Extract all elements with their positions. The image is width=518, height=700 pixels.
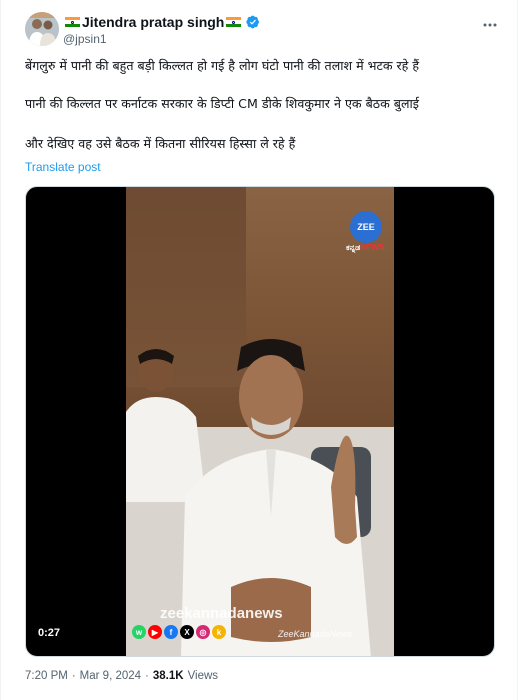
author-handle[interactable]: @jpsin1 xyxy=(63,31,260,47)
more-horizontal-icon xyxy=(483,23,497,27)
post-header: Jitendra pratap singh @jpsin1 xyxy=(25,12,501,52)
whatsapp-icon: w xyxy=(132,625,146,639)
avatar-image xyxy=(25,12,59,46)
post-page: Jitendra pratap singh @jpsin1 बेंगलुरु म… xyxy=(0,0,518,700)
author-display-name[interactable]: Jitendra pratap singh xyxy=(82,13,224,31)
video-duration: 0:27 xyxy=(38,627,61,639)
verified-badge-icon[interactable] xyxy=(246,15,260,29)
meta-separator: · xyxy=(145,670,149,682)
x-icon: X xyxy=(180,625,194,639)
author-display-name-row[interactable]: Jitendra pratap singh xyxy=(63,13,260,31)
post-meta: 7:20 PM · Mar 9, 2024 · 38.1K Views xyxy=(25,670,218,682)
more-options-button[interactable] xyxy=(481,16,499,34)
post-text-line: बेंगलुरु में पानी की बहुत बड़ी किल्लत हो… xyxy=(25,58,420,73)
social-icons: w ▶ f X ◎ k xyxy=(132,625,226,639)
facebook-icon: f xyxy=(164,625,178,639)
post-text-line: पानी की किल्लत पर कर्नाटक सरकार के डिप्ट… xyxy=(25,96,419,111)
author-names: Jitendra pratap singh @jpsin1 xyxy=(63,13,260,47)
kooapp-icon: k xyxy=(212,625,226,639)
watermark-subtext: ZeeKannadaNews xyxy=(278,629,353,639)
channel-logo: ZEE ಕನ್ನಡNEWS xyxy=(346,211,388,257)
channel-logo-subtitle-right: NEWS xyxy=(360,243,385,252)
views-label: Views xyxy=(187,670,219,682)
avatar[interactable] xyxy=(25,12,59,46)
watermark-text: zeekannadanews xyxy=(160,605,283,622)
translate-post-link[interactable]: Translate post xyxy=(25,160,101,174)
channel-watermark: zeekannadanews w ▶ f X ◎ k ZeeKannadaNew… xyxy=(132,605,394,649)
instagram-icon: ◎ xyxy=(196,625,210,639)
post-time[interactable]: 7:20 PM xyxy=(25,670,68,682)
views-count[interactable]: 38.1K xyxy=(153,670,184,682)
video-frame[interactable]: ZEE ಕನ್ನಡNEWS zeekannadanews w ▶ f X ◎ k… xyxy=(126,187,394,656)
channel-logo-subtitle-left: ಕನ್ನಡ xyxy=(346,243,361,252)
meta-separator: · xyxy=(71,670,76,682)
youtube-icon: ▶ xyxy=(148,625,162,639)
india-flag-icon xyxy=(65,17,80,27)
channel-logo-subtitle: ಕನ್ನಡNEWS xyxy=(346,243,384,253)
india-flag-icon xyxy=(226,17,242,27)
post-text-line: और देखिए वह उसे बैठक में कितना सीरियस हि… xyxy=(25,136,296,151)
post-date[interactable]: Mar 9, 2024 xyxy=(80,670,141,682)
video-player[interactable]: ZEE ಕನ್ನಡNEWS zeekannadanews w ▶ f X ◎ k… xyxy=(25,186,495,657)
zee-logo-mark: ZEE xyxy=(350,211,382,243)
